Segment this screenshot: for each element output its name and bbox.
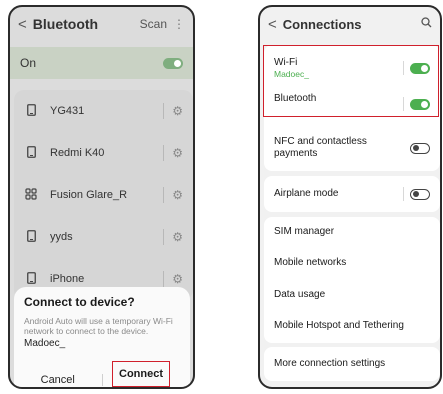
back-icon[interactable]: < [18,16,27,33]
device-name: YG431 [50,105,85,117]
divider [163,229,165,245]
menu-item-hotspot[interactable]: Mobile Hotspot and Tethering [264,311,440,341]
divider [403,187,404,201]
more-settings-card: More connection settings [264,347,440,381]
menu-item-label: Mobile Hotspot and Tethering [274,320,404,331]
bluetooth-on-label: On [20,56,37,70]
gear-icon[interactable]: ⚙ [172,104,183,118]
bluetooth-toggle-row[interactable]: On [10,47,193,79]
gear-icon[interactable]: ⚙ [172,272,183,286]
nfc-row[interactable]: NFC and contactless payments [264,131,440,165]
airplane-card: Airplane mode [264,176,440,212]
connections-menu-card: SIM manager Mobile networks Data usage M… [264,217,440,343]
phone-icon [24,229,38,245]
more-settings-label: More connection settings [274,358,386,369]
more-connection-settings[interactable]: More connection settings [264,347,440,381]
scan-button[interactable]: Scan [140,17,167,31]
page-title: Bluetooth [32,16,99,32]
menu-item-sim-manager[interactable]: SIM manager [264,217,440,247]
airplane-mode-toggle[interactable] [410,188,430,200]
device-item[interactable]: Redmi K40 ⚙ [14,132,193,174]
page-title: Connections [282,16,362,32]
divider [163,145,165,161]
search-icon[interactable] [421,17,432,31]
bluetooth-header: < Bluetooth Scan ⋮ [10,7,193,41]
gear-icon[interactable]: ⚙ [172,230,183,244]
menu-item-label: Data usage [274,289,326,300]
menu-item-label: SIM manager [274,226,335,237]
nfc-label: NFC and contactless payments [274,136,367,159]
divider [163,103,165,119]
gear-icon[interactable]: ⚙ [172,146,183,160]
device-name: yyds [50,231,73,243]
bluetooth-screen: < Bluetooth Scan ⋮ On YG431 ⚙ Redmi K40 … [8,5,195,389]
airplane-mode-row[interactable]: Airplane mode [264,176,440,212]
device-name: Fusion Glare_R [50,189,128,201]
device-item[interactable]: Fusion Glare_R ⚙ [14,174,193,216]
back-icon[interactable]: < [268,16,277,33]
highlight-box [263,45,439,117]
grid-icon [24,187,38,203]
gear-icon[interactable]: ⚙ [172,188,183,202]
phone-icon [24,271,38,287]
divider [163,187,165,203]
dialog-message: Android Auto will use a temporary Wi-Fi … [24,316,173,336]
divider [101,374,103,386]
bluetooth-toggle[interactable] [163,57,183,69]
airplane-mode-label: Airplane mode [274,188,339,199]
device-name: Redmi K40 [50,147,105,159]
dialog-network-name: Madoec_ [24,338,66,349]
device-item[interactable]: yyds ⚙ [14,216,193,258]
dialog-title: Connect to device? [24,295,135,309]
menu-item-mobile-networks[interactable]: Mobile networks [264,248,440,278]
device-list: YG431 ⚙ Redmi K40 ⚙ Fusion Glare_R ⚙ yyd… [14,90,193,300]
device-name: iPhone [50,273,85,285]
connections-header: < Connections [260,7,440,41]
menu-item-label: Mobile networks [274,257,347,268]
more-options-icon[interactable]: ⋮ [173,17,185,31]
menu-item-data-usage[interactable]: Data usage [264,280,440,310]
phone-icon [24,145,38,161]
phone-icon [24,103,38,119]
device-item[interactable]: YG431 ⚙ [14,90,193,132]
connect-button[interactable]: Connect [112,361,170,387]
nfc-toggle[interactable] [410,142,430,154]
cancel-button[interactable]: Cancel [14,374,102,386]
divider [163,271,165,287]
